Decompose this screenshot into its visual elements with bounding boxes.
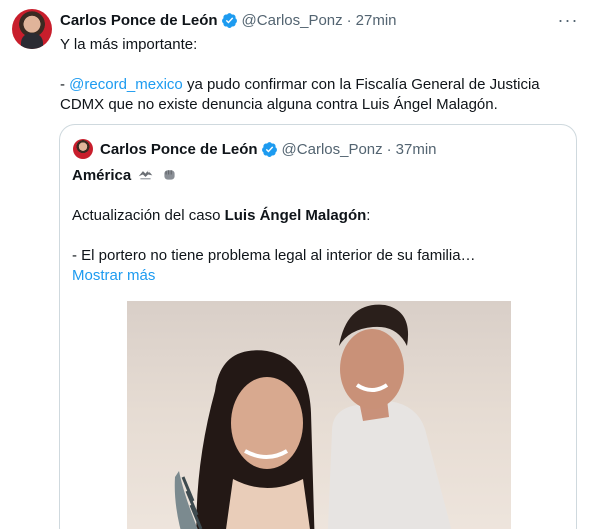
text-prefix: - <box>60 76 70 93</box>
quoted-text-suffix: : <box>366 207 371 224</box>
more-options-icon[interactable]: ··· <box>556 10 580 30</box>
author-handle[interactable]: @Carlos_Ponz <box>242 12 343 29</box>
verified-badge-icon <box>261 141 277 157</box>
quoted-bold-name: Luis Ángel Malagón <box>224 207 367 224</box>
photo-illustration <box>174 304 452 529</box>
text-rest: ya pudo confirmar con la Fiscalía Genera… <box>182 76 540 93</box>
eagle-icon <box>139 169 153 180</box>
tweet-text-line-2: - @record_mexico ya pudo confirmar con l… <box>60 75 540 95</box>
quoted-title: América <box>72 167 132 184</box>
fist-icon <box>163 170 175 180</box>
author-avatar[interactable] <box>12 9 52 49</box>
quoted-text-prefix: Actualización del caso <box>72 207 225 224</box>
separator-dot: · <box>346 11 352 29</box>
quoted-media-photo[interactable] <box>127 301 511 529</box>
show-more-link[interactable]: Mostrar más <box>72 266 155 286</box>
author-name[interactable]: Carlos Ponce de León <box>60 12 218 29</box>
quoted-text-line-2: Actualización del caso Luis Ángel Malagó… <box>72 206 370 226</box>
tweet-text-line-1: Y la más importante: <box>60 36 198 53</box>
quoted-author-avatar <box>73 139 93 159</box>
quoted-tweet-header: Carlos Ponce de León @Carlos_Ponz · 37mi… <box>100 139 437 159</box>
quoted-text-line-3: - El portero no tiene problema legal al … <box>72 247 476 264</box>
quoted-author-handle: @Carlos_Ponz <box>281 140 383 158</box>
tweet-header: Carlos Ponce de León @Carlos_Ponz · 27mi… <box>60 10 397 30</box>
tweet-time[interactable]: 27min <box>356 12 397 29</box>
verified-badge-icon <box>221 12 237 28</box>
mention-link[interactable]: @record_mexico <box>69 76 183 93</box>
quoted-tweet[interactable]: Carlos Ponce de León @Carlos_Ponz · 37mi… <box>59 124 577 529</box>
separator-dot: · <box>386 140 392 158</box>
quoted-text-line-1: América <box>72 166 178 186</box>
quoted-tweet-time: 37min <box>395 140 437 158</box>
quoted-author-name: Carlos Ponce de León <box>100 140 258 158</box>
tweet-text-line-3: CDMX que no existe denuncia alguna contr… <box>60 96 498 113</box>
